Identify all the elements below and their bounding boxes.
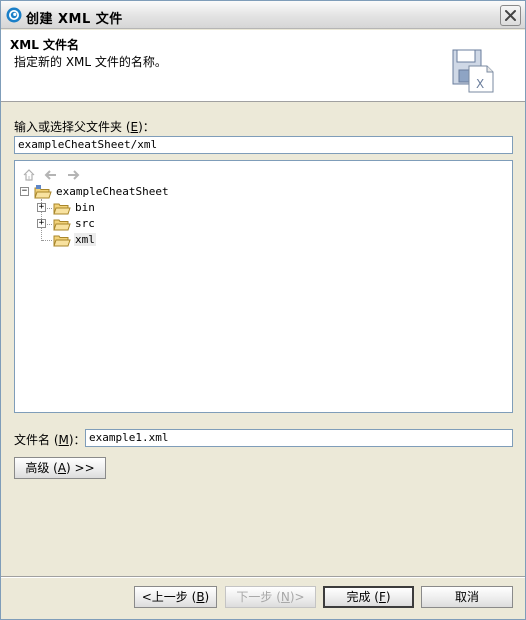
- back-button[interactable]: <上一步 (B): [134, 586, 217, 608]
- parent-folder-input[interactable]: exampleCheatSheet/xml: [14, 136, 513, 154]
- expand-icon[interactable]: +: [37, 219, 46, 228]
- advanced-button[interactable]: 高级 (A) >>: [14, 457, 106, 479]
- tree-item-label: exampleCheatSheet: [56, 185, 169, 198]
- file-name-label: 文件名 (M)：: [14, 433, 86, 447]
- window-title: 创建 XML 文件: [26, 12, 123, 27]
- folder-icon: [53, 203, 71, 215]
- folder-icon: [53, 235, 71, 247]
- svg-text:X: X: [476, 77, 484, 91]
- folder-icon: [53, 219, 71, 231]
- close-icon: [505, 10, 516, 21]
- header-description: 指定新的 XML 文件的名称。: [14, 55, 167, 69]
- folder-tree[interactable]: − exampleCheatSheet + bin + src xml: [14, 160, 513, 413]
- tree-item-label: bin: [75, 201, 95, 214]
- tree-item-xml[interactable]: xml: [39, 232, 159, 248]
- footer-separator: [1, 576, 525, 578]
- eclipse-icon: [6, 7, 22, 23]
- header-title: XML 文件名: [10, 38, 80, 52]
- expand-icon[interactable]: +: [37, 203, 46, 212]
- home-icon[interactable]: [21, 167, 37, 183]
- file-name-input[interactable]: example1.xml: [85, 429, 513, 447]
- collapse-icon[interactable]: −: [20, 187, 29, 196]
- xml-file-wizard-icon: X: [452, 49, 494, 93]
- tree-item-label: src: [75, 217, 95, 230]
- tree-item-src[interactable]: + src: [37, 216, 159, 232]
- tree-item-bin[interactable]: + bin: [37, 200, 159, 216]
- title-bar[interactable]: 创建 XML 文件: [1, 1, 525, 29]
- create-xml-file-dialog: 创建 XML 文件 XML 文件名 指定新的 XML 文件的名称。 X 输入或选…: [0, 0, 526, 620]
- cancel-button[interactable]: 取消: [421, 586, 513, 608]
- parent-folder-label: 输入或选择父文件夹 (E)：: [14, 120, 155, 134]
- close-button[interactable]: [500, 5, 521, 26]
- tree-item-root[interactable]: − exampleCheatSheet: [19, 184, 219, 200]
- forward-icon[interactable]: [65, 167, 81, 183]
- project-folder-icon: [34, 185, 52, 199]
- next-button[interactable]: 下一步 (N)>: [225, 586, 316, 608]
- tree-item-label: xml: [74, 233, 96, 246]
- wizard-header: XML 文件名 指定新的 XML 文件的名称。 X: [1, 30, 525, 102]
- back-icon[interactable]: [43, 167, 59, 183]
- finish-button[interactable]: 完成 (F): [323, 586, 414, 608]
